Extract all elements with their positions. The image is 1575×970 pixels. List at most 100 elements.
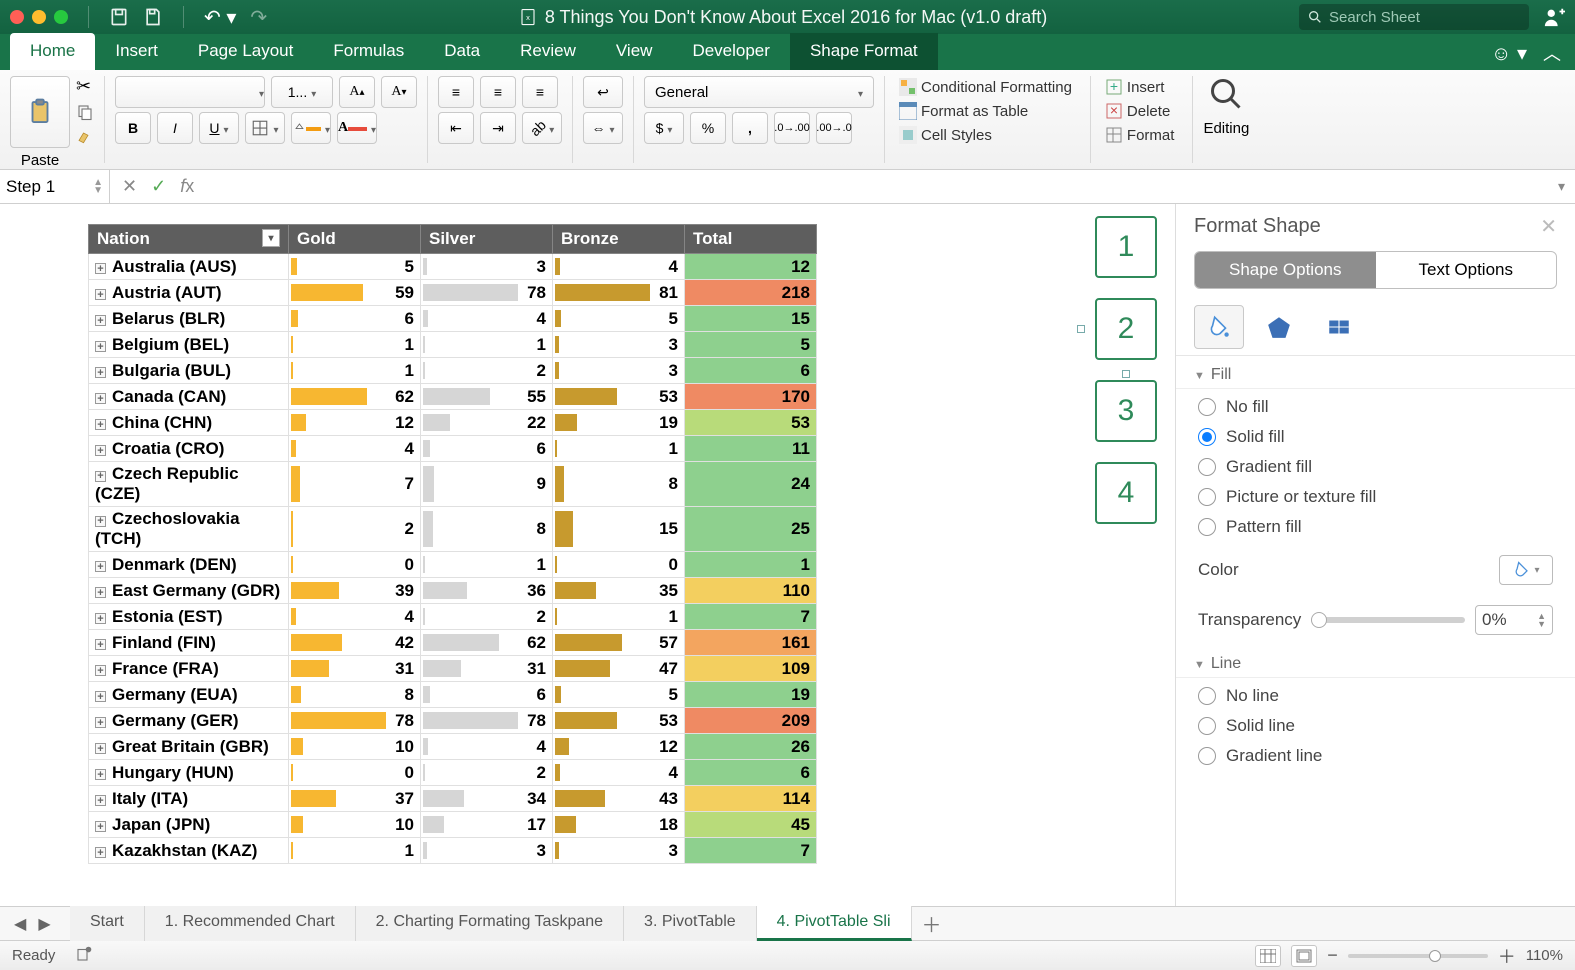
nation-cell[interactable]: +Italy (ITA) — [89, 786, 289, 812]
total-cell[interactable]: 7 — [685, 604, 817, 630]
nation-cell[interactable]: +Czech Republic (CZE) — [89, 462, 289, 507]
expand-icon[interactable]: + — [95, 445, 106, 456]
cancel-formula-icon[interactable]: ✕ — [122, 176, 137, 197]
sheet-tab[interactable]: Start — [70, 906, 145, 941]
tab-review[interactable]: Review — [500, 33, 596, 70]
expand-icon[interactable]: + — [95, 821, 106, 832]
nation-cell[interactable]: +Hungary (HUN) — [89, 760, 289, 786]
bronze-cell[interactable]: 1 — [553, 436, 685, 462]
gold-cell[interactable]: 10 — [289, 812, 421, 838]
fill-section-header[interactable]: Fill — [1194, 366, 1231, 383]
search-sheet-input[interactable]: Search Sheet — [1299, 4, 1529, 30]
gold-cell[interactable]: 1 — [289, 838, 421, 864]
tab-home[interactable]: Home — [10, 33, 95, 70]
delete-cells-button[interactable]: ×Delete — [1101, 100, 1183, 122]
nation-cell[interactable]: +East Germany (GDR) — [89, 578, 289, 604]
silver-cell[interactable]: 31 — [421, 656, 553, 682]
gold-cell[interactable]: 5 — [289, 254, 421, 280]
gold-cell[interactable]: 6 — [289, 306, 421, 332]
silver-cell[interactable]: 1 — [421, 552, 553, 578]
fill-option[interactable]: Picture or texture fill — [1198, 487, 1553, 507]
silver-cell[interactable]: 4 — [421, 734, 553, 760]
number-format-select[interactable]: General — [644, 76, 874, 108]
tab-insert[interactable]: Insert — [95, 33, 178, 70]
nation-cell[interactable]: +France (FRA) — [89, 656, 289, 682]
expand-icon[interactable]: + — [95, 341, 106, 352]
gold-cell[interactable]: 78 — [289, 708, 421, 734]
format-as-table-button[interactable]: Format as Table — [895, 100, 1080, 122]
silver-cell[interactable]: 3 — [421, 838, 553, 864]
total-cell[interactable]: 218 — [685, 280, 817, 306]
bold-button[interactable]: B — [115, 112, 151, 144]
total-cell[interactable]: 109 — [685, 656, 817, 682]
sheet-tab[interactable]: 2. Charting Formating Taskpane — [356, 906, 624, 941]
silver-cell[interactable]: 2 — [421, 358, 553, 384]
bronze-cell[interactable]: 5 — [553, 306, 685, 332]
gold-cell[interactable]: 12 — [289, 410, 421, 436]
slicer-button-1[interactable]: 1 — [1095, 216, 1157, 278]
gold-cell[interactable]: 4 — [289, 604, 421, 630]
page-layout-view-icon[interactable] — [1291, 945, 1317, 967]
nation-cell[interactable]: +Estonia (EST) — [89, 604, 289, 630]
expand-icon[interactable]: + — [95, 665, 106, 676]
font-color-button[interactable]: A — [337, 112, 377, 144]
gold-cell[interactable]: 0 — [289, 552, 421, 578]
sheet-tab[interactable]: 1. Recommended Chart — [145, 906, 356, 941]
slicer-button-2[interactable]: 2 — [1095, 298, 1157, 360]
bronze-cell[interactable]: 8 — [553, 462, 685, 507]
bronze-cell[interactable]: 4 — [553, 760, 685, 786]
bronze-cell[interactable]: 35 — [553, 578, 685, 604]
save-icon[interactable] — [109, 7, 129, 27]
bronze-cell[interactable]: 0 — [553, 552, 685, 578]
expand-icon[interactable]: + — [95, 717, 106, 728]
bronze-cell[interactable]: 3 — [553, 332, 685, 358]
increase-decimal-icon[interactable]: .0→.00 — [774, 112, 810, 144]
expand-icon[interactable]: + — [95, 471, 106, 482]
nation-cell[interactable]: +Croatia (CRO) — [89, 436, 289, 462]
bronze-cell[interactable]: 5 — [553, 682, 685, 708]
total-cell[interactable]: 19 — [685, 682, 817, 708]
expand-icon[interactable]: + — [95, 743, 106, 754]
bronze-cell[interactable]: 3 — [553, 358, 685, 384]
close-panel-icon[interactable]: ✕ — [1540, 214, 1557, 239]
total-cell[interactable]: 45 — [685, 812, 817, 838]
expand-icon[interactable]: + — [95, 367, 106, 378]
slicer-button-3[interactable]: 3 — [1095, 380, 1157, 442]
nation-cell[interactable]: +Belarus (BLR) — [89, 306, 289, 332]
gold-cell[interactable]: 42 — [289, 630, 421, 656]
bronze-cell[interactable]: 4 — [553, 254, 685, 280]
effects-tab-icon[interactable] — [1254, 305, 1304, 349]
add-sheet-button[interactable]: ＋ — [912, 909, 952, 938]
gold-cell[interactable]: 1 — [289, 358, 421, 384]
total-cell[interactable]: 6 — [685, 760, 817, 786]
silver-cell[interactable]: 62 — [421, 630, 553, 656]
silver-cell[interactable]: 36 — [421, 578, 553, 604]
bronze-cell[interactable]: 81 — [553, 280, 685, 306]
expand-icon[interactable]: + — [95, 847, 106, 858]
nation-cell[interactable]: +Finland (FIN) — [89, 630, 289, 656]
cell-styles-button[interactable]: Cell Styles — [895, 124, 1080, 146]
silver-cell[interactable]: 78 — [421, 280, 553, 306]
sheet-tab[interactable]: 3. PivotTable — [624, 906, 757, 941]
size-tab-icon[interactable] — [1314, 305, 1364, 349]
decrease-indent-icon[interactable]: ⇤ — [438, 112, 474, 144]
nation-cell[interactable]: +Czechoslovakia (TCH) — [89, 507, 289, 552]
fill-option[interactable]: No fill — [1198, 397, 1553, 417]
tab-shape-format[interactable]: Shape Format — [790, 33, 938, 70]
total-cell[interactable]: 170 — [685, 384, 817, 410]
bronze-cell[interactable]: 53 — [553, 384, 685, 410]
nation-cell[interactable]: +Belgium (BEL) — [89, 332, 289, 358]
expand-icon[interactable]: + — [95, 263, 106, 274]
silver-cell[interactable]: 4 — [421, 306, 553, 332]
silver-cell[interactable]: 34 — [421, 786, 553, 812]
expand-icon[interactable]: + — [95, 393, 106, 404]
currency-button[interactable]: $ — [644, 112, 684, 144]
line-option[interactable]: No line — [1198, 686, 1553, 706]
fx-icon[interactable]: fx — [180, 176, 194, 197]
silver-cell[interactable]: 2 — [421, 604, 553, 630]
bronze-cell[interactable]: 3 — [553, 838, 685, 864]
gold-cell[interactable]: 31 — [289, 656, 421, 682]
total-cell[interactable]: 209 — [685, 708, 817, 734]
gold-cell[interactable]: 62 — [289, 384, 421, 410]
collapse-ribbon-icon[interactable]: ︿ — [1543, 40, 1561, 66]
